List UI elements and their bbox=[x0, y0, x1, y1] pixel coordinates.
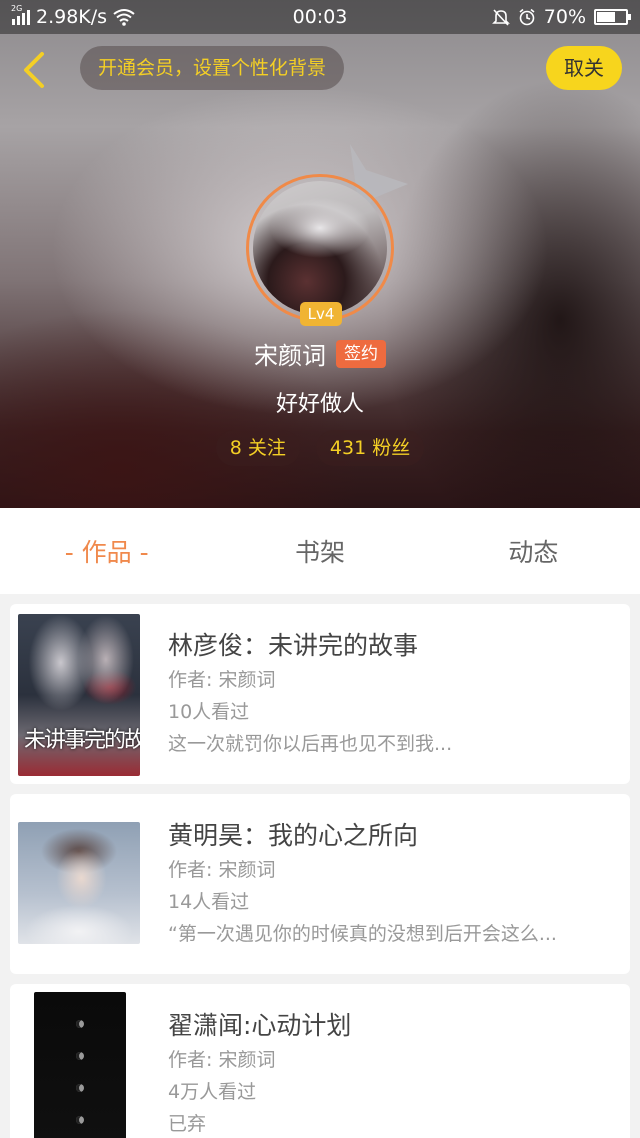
username: 宋颜词 bbox=[254, 342, 326, 370]
book-title: 林彦俊：未讲完的故事 bbox=[168, 631, 419, 660]
mute-bell-icon bbox=[491, 9, 510, 26]
unfollow-button[interactable]: 取关 bbox=[546, 46, 622, 90]
level-badge: Lv4 bbox=[300, 302, 342, 326]
book-cover: 未讲事完的故 bbox=[18, 614, 140, 776]
battery-fill bbox=[597, 12, 616, 22]
book-cover bbox=[18, 822, 140, 944]
signed-badge: 签约 bbox=[336, 339, 386, 368]
user-bio: 好好做人 bbox=[275, 392, 364, 417]
book-excerpt: 已弃 bbox=[168, 1113, 207, 1135]
book-card[interactable]: 未讲事完的故 林彦俊：未讲完的故事 作者: 宋颜词 10人看过 这一次就罚你以后… bbox=[10, 604, 630, 784]
tab-activity[interactable]: 动态 bbox=[427, 533, 640, 569]
book-excerpt: “第一次遇见你的时候真的没想到后开会这么... bbox=[168, 923, 557, 945]
wifi-icon bbox=[113, 9, 135, 26]
vip-background-prompt[interactable]: 开通会员，设置个性化背景 bbox=[80, 46, 345, 90]
book-views: 4万人看过 bbox=[168, 1081, 257, 1103]
alarm-icon bbox=[519, 8, 535, 26]
profile-tabs: - 作品 - 书架 动态 bbox=[0, 508, 640, 594]
tab-works[interactable]: - 作品 - bbox=[0, 533, 213, 569]
profile-header: 2G 2.98K/s 00:03 70% 开通会员，设置个性化背景 取关 Lv4… bbox=[0, 0, 640, 508]
book-title: 翟潇闻:心动计划 bbox=[168, 1011, 352, 1040]
book-author: 作者: 宋颜词 bbox=[168, 1049, 276, 1071]
book-views: 10人看过 bbox=[168, 701, 250, 723]
battery-percent: 70% bbox=[543, 6, 586, 28]
following-count[interactable]: 8 关注 bbox=[215, 430, 300, 466]
network-speed: 2.98K/s bbox=[36, 6, 108, 28]
avatar-image bbox=[253, 181, 387, 315]
followers-count[interactable]: 431 粉丝 bbox=[315, 430, 425, 466]
network-type: 2G bbox=[11, 4, 23, 13]
tab-bookshelf[interactable]: 书架 bbox=[213, 533, 426, 569]
cover-title: 未讲事完的故 bbox=[24, 728, 140, 753]
status-bar: 2G 2.98K/s 00:03 70% bbox=[0, 0, 640, 34]
back-arrow-icon[interactable] bbox=[16, 50, 56, 90]
book-views: 14人看过 bbox=[168, 891, 250, 913]
battery-icon bbox=[594, 9, 631, 25]
book-title: 黄明昊：我的心之所向 bbox=[168, 821, 419, 850]
book-card[interactable]: 黄明昊：我的心之所向 作者: 宋颜词 14人看过 “第一次遇见你的时候真的没想到… bbox=[10, 794, 630, 974]
book-card[interactable]: 翟潇闻:心动计划 作者: 宋颜词 4万人看过 已弃 bbox=[10, 984, 630, 1138]
book-author: 作者: 宋颜词 bbox=[168, 669, 276, 691]
book-author: 作者: 宋颜词 bbox=[168, 859, 276, 881]
book-cover bbox=[34, 992, 126, 1138]
avatar[interactable] bbox=[246, 174, 394, 322]
book-excerpt: 这一次就罚你以后再也见不到我... bbox=[168, 733, 453, 755]
signal-icon: 2G bbox=[11, 4, 30, 25]
